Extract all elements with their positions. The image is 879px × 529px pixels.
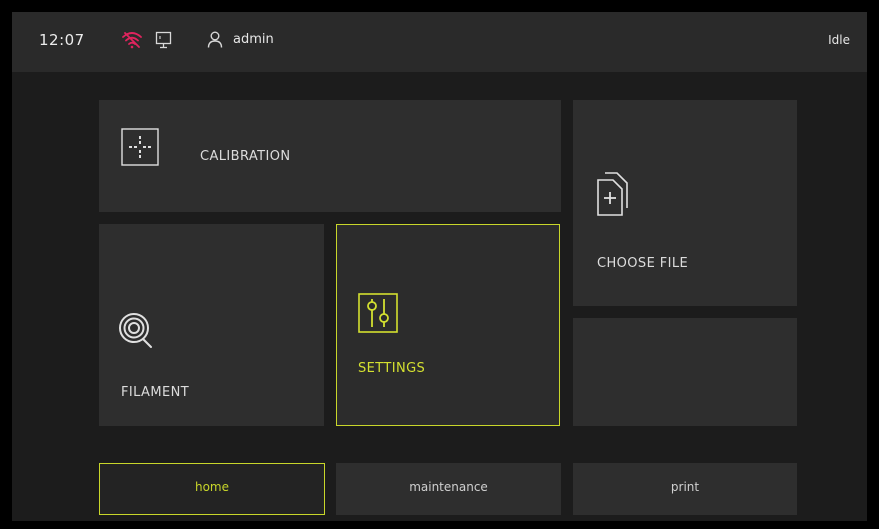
empty-tile [573, 318, 797, 426]
filament-spool-icon [119, 313, 152, 348]
filament-tile[interactable]: FILAMENT [99, 224, 324, 426]
tab-maintenance[interactable]: maintenance [336, 463, 561, 515]
top-bar: 12:07 admin Idle [12, 12, 867, 72]
calibration-tile[interactable]: CALIBRATION [99, 100, 561, 212]
calibration-label: CALIBRATION [200, 149, 291, 164]
choose-file-tile[interactable]: CHOOSE FILE [573, 100, 797, 306]
add-file-icon [597, 172, 628, 216]
choose-file-label: CHOOSE FILE [597, 256, 689, 271]
tab-home-label: home [194, 480, 230, 494]
network-icon[interactable] [155, 31, 172, 49]
crosshair-icon [121, 128, 159, 166]
wifi-disconnected-icon[interactable] [122, 31, 142, 49]
tab-maintenance-label: maintenance [409, 480, 488, 494]
tab-home[interactable]: home [99, 463, 325, 515]
printer-screen: 12:07 admin Idle CALIBRATION FILAMENT SE… [12, 12, 867, 521]
tab-print-label: print [670, 480, 700, 494]
clock: 12:07 [39, 31, 85, 49]
tab-print[interactable]: print [573, 463, 797, 515]
filament-label: FILAMENT [121, 385, 190, 400]
sliders-icon [358, 293, 398, 333]
settings-label: SETTINGS [358, 361, 426, 376]
settings-tile[interactable]: SETTINGS [336, 224, 560, 426]
printer-status: Idle [828, 33, 850, 47]
username[interactable]: admin [233, 32, 274, 47]
user-icon[interactable] [207, 31, 223, 48]
